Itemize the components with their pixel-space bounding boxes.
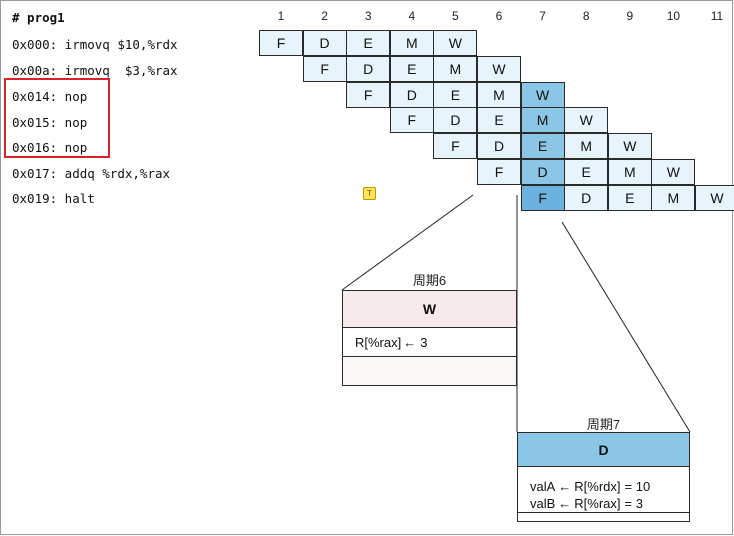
cycle7-valA-line: valA ← R[%rdx] = 10 (518, 477, 689, 495)
cycle6-stage-label: W (343, 291, 516, 328)
cycle7-stage-label: D (518, 433, 689, 467)
cycle7-valB-line: valB ← R[%rax] = 3 (518, 495, 689, 513)
valA-source: R[%rdx] (574, 478, 621, 494)
cycle6-caption: 周期6 (412, 273, 447, 288)
valB-label: valB (530, 496, 556, 511)
cycle7-connector-right (561, 221, 691, 433)
valA-label: valA (530, 478, 556, 494)
left-arrow-icon: ← (558, 496, 572, 511)
annotation-note-icon[interactable]: T (363, 187, 376, 200)
cycle6-writeback-line: R[%rax] ← 3 (343, 328, 516, 357)
cycle6-write-value: 3 (420, 334, 428, 350)
cycle7-caption: 周期7 (586, 417, 621, 432)
cycle6-write-dest: R[%rax] (355, 334, 402, 350)
left-arrow-icon: ← (403, 334, 417, 350)
valA-value: = 10 (624, 478, 651, 494)
left-arrow-icon: ← (558, 478, 572, 494)
cycle7-register-box: D valA ← R[%rdx] = 10 valB ← R[%rax] = 3 (517, 432, 690, 522)
cycle6-register-box: W R[%rax] ← 3 (342, 290, 517, 386)
valB-value: = 3 (624, 496, 643, 511)
valB-source: R[%rax] (574, 496, 621, 511)
